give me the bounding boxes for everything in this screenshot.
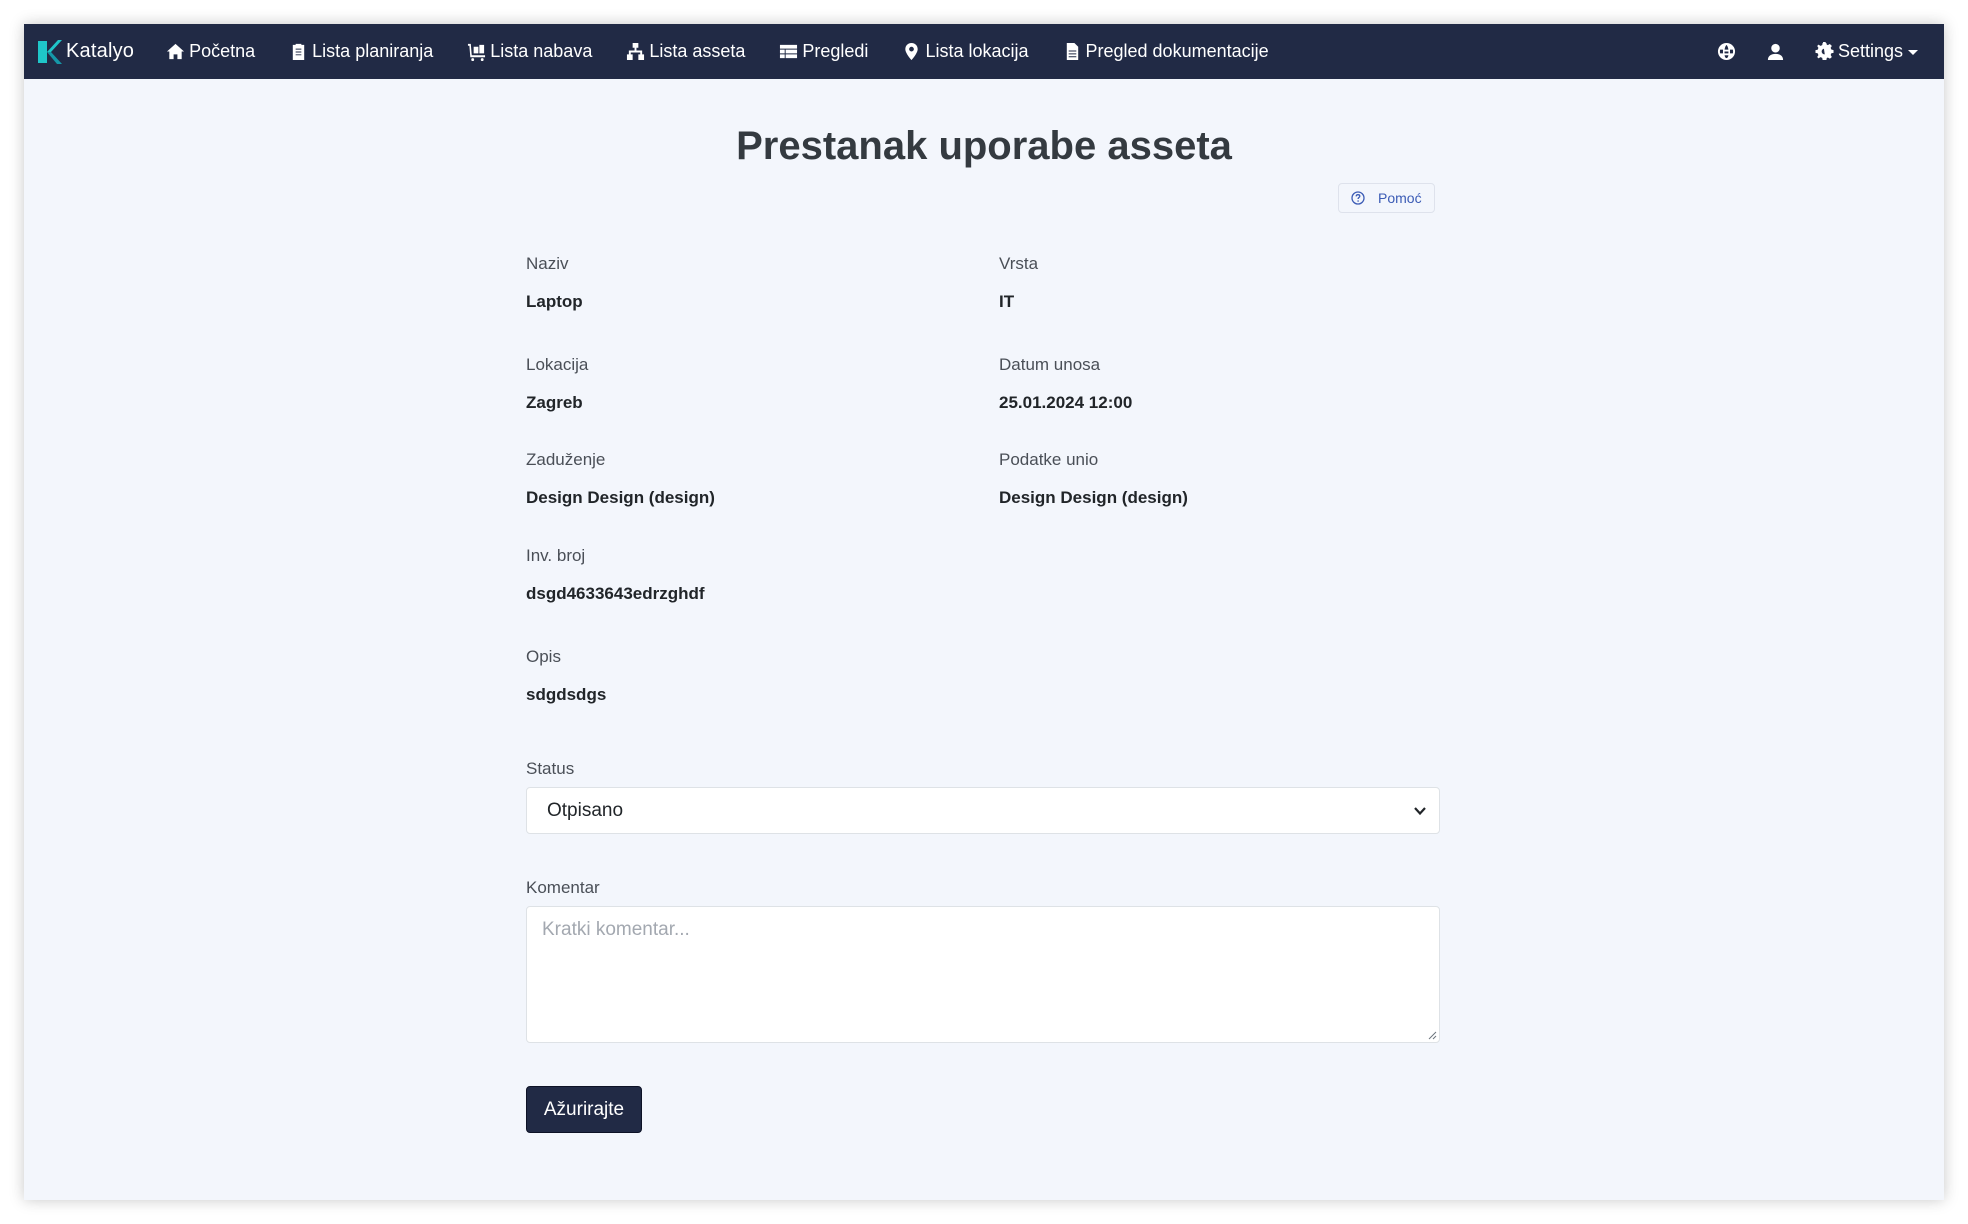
nav-item-label: Lista asseta xyxy=(649,41,746,61)
nav-item-lista-nabava[interactable]: Lista nabava xyxy=(467,41,592,62)
brand-logo[interactable]: Katalyo xyxy=(36,24,134,79)
user-button[interactable] xyxy=(1766,42,1785,61)
language-button[interactable] xyxy=(1717,42,1736,61)
comment-textarea[interactable] xyxy=(526,906,1440,1043)
field-label: Naziv xyxy=(526,254,569,273)
chevron-down-icon xyxy=(1414,807,1426,816)
field-naziv: Naziv Laptop xyxy=(526,254,583,312)
nav-item-label: Lista lokacija xyxy=(925,41,1029,61)
navbar-right: Settings xyxy=(1687,24,1918,79)
field-value: Design Design (design) xyxy=(999,488,1188,507)
settings-dropdown[interactable]: Settings xyxy=(1815,41,1918,62)
table-icon xyxy=(780,44,798,59)
comment-label: Komentar xyxy=(526,878,600,897)
main-nav: Početna Lista planiranja Lista nabava Li… xyxy=(166,24,1303,79)
globe-icon xyxy=(1717,42,1736,61)
field-label: Opis xyxy=(526,647,561,666)
clipboard-icon xyxy=(292,43,305,61)
status-label: Status xyxy=(526,759,575,778)
nav-item-lista-lokacija[interactable]: Lista lokacija xyxy=(902,41,1029,62)
field-podatke-unio: Podatke unio Design Design (design) xyxy=(999,450,1188,508)
field-opis: Opis sdgdsdgs xyxy=(526,647,606,705)
field-label: Datum unosa xyxy=(999,355,1101,374)
field-label: Lokacija xyxy=(526,355,589,374)
field-value: Design Design (design) xyxy=(526,488,715,507)
sitemap-icon xyxy=(627,42,645,61)
field-label: Vrsta xyxy=(999,254,1039,273)
field-inv-broj: Inv. broj dsgd4633643edrzghdf xyxy=(526,546,705,604)
nav-item-label: Početna xyxy=(189,41,256,61)
app-window: Katalyo Početna Lista planiranja Lista n… xyxy=(24,24,1944,1200)
nav-item-pregled-dokumentacije[interactable]: Pregled dokumentacije xyxy=(1063,41,1269,62)
status-selected-value: Otpisano xyxy=(547,799,624,821)
nav-item-label: Pregledi xyxy=(802,41,869,61)
field-datum-unosa: Datum unosa 25.01.2024 12:00 xyxy=(999,355,1132,413)
brand-name: Katalyo xyxy=(66,40,135,62)
katalyo-logo-icon xyxy=(38,39,62,64)
field-value: sdgdsdgs xyxy=(526,685,607,704)
dolly-icon xyxy=(468,43,486,61)
field-zaduzenje: Zaduženje Design Design (design) xyxy=(526,450,715,508)
caret-down-icon xyxy=(1908,50,1918,55)
field-label: Inv. broj xyxy=(526,546,586,565)
field-value: dsgd4633643edrzghdf xyxy=(526,584,705,603)
nav-item-lista-planiranja[interactable]: Lista planiranja xyxy=(289,41,433,62)
nav-item-label: Pregled dokumentacije xyxy=(1085,41,1269,61)
settings-label: Settings xyxy=(1837,41,1903,61)
nav-item-lista-asseta[interactable]: Lista asseta xyxy=(626,41,745,62)
field-vrsta: Vrsta IT xyxy=(999,254,1038,312)
user-icon xyxy=(1767,43,1784,61)
help-label: Pomoć xyxy=(1378,190,1422,206)
resize-grip-icon[interactable] xyxy=(1427,1030,1437,1040)
top-navbar: Katalyo Početna Lista planiranja Lista n… xyxy=(24,24,1944,79)
field-lokacija: Lokacija Zagreb xyxy=(526,355,588,413)
help-button[interactable]: Pomoć xyxy=(1338,183,1435,213)
field-label: Zaduženje xyxy=(526,450,606,469)
status-select[interactable]: Otpisano xyxy=(526,787,1440,834)
field-value: Zagreb xyxy=(526,393,583,412)
update-button[interactable]: Ažurirajte xyxy=(526,1086,642,1133)
file-icon xyxy=(1066,42,1078,61)
nav-item-label: Lista planiranja xyxy=(312,41,434,61)
map-marker-icon xyxy=(905,42,919,61)
field-value: Laptop xyxy=(526,292,583,311)
nav-item-label: Lista nabava xyxy=(490,41,593,61)
field-value: IT xyxy=(999,292,1015,311)
page-title: Prestanak uporabe asseta xyxy=(736,124,1232,168)
field-label: Podatke unio xyxy=(999,450,1099,469)
nav-item-pocetna[interactable]: Početna xyxy=(166,41,255,62)
field-value: 25.01.2024 12:00 xyxy=(999,393,1133,412)
question-circle-icon xyxy=(1351,191,1365,205)
nav-item-pregledi[interactable]: Pregledi xyxy=(779,41,868,62)
home-icon xyxy=(167,43,185,60)
gear-icon xyxy=(1815,42,1834,61)
